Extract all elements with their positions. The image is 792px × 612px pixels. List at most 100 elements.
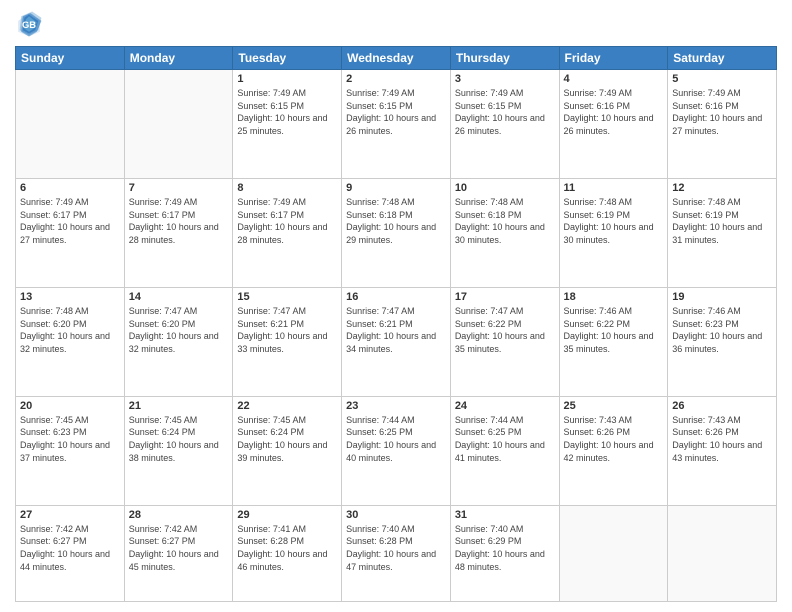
day-info: Sunrise: 7:47 AMSunset: 6:20 PMDaylight:…	[129, 305, 229, 355]
day-info: Sunrise: 7:43 AMSunset: 6:26 PMDaylight:…	[564, 414, 664, 464]
calendar-cell: 21Sunrise: 7:45 AMSunset: 6:24 PMDayligh…	[124, 396, 233, 505]
day-number: 7	[129, 182, 229, 194]
day-info: Sunrise: 7:40 AMSunset: 6:28 PMDaylight:…	[346, 523, 446, 573]
calendar-cell: 8 Sunrise: 7:49 AMSunset: 6:17 PMDaylight…	[233, 178, 342, 287]
weekday-header-wednesday: Wednesday	[342, 47, 451, 70]
day-info: Sunrise: 7:44 AMSunset: 6:25 PMDaylight:…	[455, 414, 555, 464]
day-info: Sunrise: 7:49 AMSunset: 6:17 PMDaylight:…	[20, 196, 120, 246]
calendar-cell: 7Sunrise: 7:49 AMSunset: 6:17 PMDaylight…	[124, 178, 233, 287]
day-info: Sunrise: 7:45 AMSunset: 6:23 PMDaylight:…	[20, 414, 120, 464]
logo: GB	[15, 10, 47, 38]
calendar-cell: 5 Sunrise: 7:49 AMSunset: 6:16 PMDaylight…	[668, 70, 777, 179]
weekday-header-thursday: Thursday	[450, 47, 559, 70]
calendar-week-4: 20 Sunrise: 7:45 AMSunset: 6:23 PMDayligh…	[16, 396, 777, 505]
calendar-cell: 27 Sunrise: 7:42 AMSunset: 6:27 PMDayligh…	[16, 505, 125, 601]
calendar-cell: 26 Sunrise: 7:43 AMSunset: 6:26 PMDayligh…	[668, 396, 777, 505]
day-number: 27	[20, 509, 120, 521]
calendar-cell: 6 Sunrise: 7:49 AMSunset: 6:17 PMDaylight…	[16, 178, 125, 287]
calendar-cell	[559, 505, 668, 601]
day-info: Sunrise: 7:46 AMSunset: 6:23 PMDaylight:…	[672, 305, 772, 355]
weekday-header-tuesday: Tuesday	[233, 47, 342, 70]
day-number: 31	[455, 509, 555, 521]
day-info: Sunrise: 7:48 AMSunset: 6:20 PMDaylight:…	[20, 305, 120, 355]
calendar-cell	[124, 70, 233, 179]
day-info: Sunrise: 7:47 AMSunset: 6:21 PMDaylight:…	[237, 305, 337, 355]
calendar-cell: 31 Sunrise: 7:40 AMSunset: 6:29 PMDayligh…	[450, 505, 559, 601]
day-info: Sunrise: 7:48 AMSunset: 6:19 PMDaylight:…	[672, 196, 772, 246]
day-info: Sunrise: 7:49 AMSunset: 6:16 PMDaylight:…	[564, 87, 664, 137]
day-info: Sunrise: 7:45 AMSunset: 6:24 PMDaylight:…	[237, 414, 337, 464]
day-number: 30	[346, 509, 446, 521]
calendar-cell: 2 Sunrise: 7:49 AMSunset: 6:15 PMDaylight…	[342, 70, 451, 179]
calendar-cell: 16 Sunrise: 7:47 AMSunset: 6:21 PMDayligh…	[342, 287, 451, 396]
day-number: 18	[564, 291, 664, 303]
weekday-header-friday: Friday	[559, 47, 668, 70]
day-info: Sunrise: 7:42 AMSunset: 6:27 PMDaylight:…	[20, 523, 120, 573]
day-info: Sunrise: 7:49 AMSunset: 6:17 PMDaylight:…	[237, 196, 337, 246]
calendar-cell: 4 Sunrise: 7:49 AMSunset: 6:16 PMDaylight…	[559, 70, 668, 179]
calendar-cell: 23Sunrise: 7:44 AMSunset: 6:25 PMDayligh…	[342, 396, 451, 505]
calendar-cell	[16, 70, 125, 179]
calendar-cell: 11 Sunrise: 7:48 AMSunset: 6:19 PMDayligh…	[559, 178, 668, 287]
day-number: 26	[672, 400, 772, 412]
day-number: 28	[129, 509, 229, 521]
calendar-week-2: 6 Sunrise: 7:49 AMSunset: 6:17 PMDaylight…	[16, 178, 777, 287]
day-number: 29	[237, 509, 337, 521]
day-info: Sunrise: 7:44 AMSunset: 6:25 PMDaylight:…	[346, 414, 446, 464]
calendar-cell: 19 Sunrise: 7:46 AMSunset: 6:23 PMDayligh…	[668, 287, 777, 396]
calendar-cell: 28 Sunrise: 7:42 AMSunset: 6:27 PMDayligh…	[124, 505, 233, 601]
day-info: Sunrise: 7:47 AMSunset: 6:21 PMDaylight:…	[346, 305, 446, 355]
day-info: Sunrise: 7:49 AMSunset: 6:15 PMDaylight:…	[455, 87, 555, 137]
calendar-cell: 10 Sunrise: 7:48 AMSunset: 6:18 PMDayligh…	[450, 178, 559, 287]
day-number: 14	[129, 291, 229, 303]
day-number: 5	[672, 73, 772, 85]
calendar-cell: 17Sunrise: 7:47 AMSunset: 6:22 PMDayligh…	[450, 287, 559, 396]
day-number: 19	[672, 291, 772, 303]
calendar-cell: 12 Sunrise: 7:48 AMSunset: 6:19 PMDayligh…	[668, 178, 777, 287]
day-number: 10	[455, 182, 555, 194]
calendar-table: SundayMondayTuesdayWednesdayThursdayFrid…	[15, 46, 777, 602]
calendar-cell: 30 Sunrise: 7:40 AMSunset: 6:28 PMDayligh…	[342, 505, 451, 601]
calendar-cell: 24 Sunrise: 7:44 AMSunset: 6:25 PMDayligh…	[450, 396, 559, 505]
weekday-header-saturday: Saturday	[668, 47, 777, 70]
day-number: 16	[346, 291, 446, 303]
day-info: Sunrise: 7:48 AMSunset: 6:18 PMDaylight:…	[455, 196, 555, 246]
day-info: Sunrise: 7:49 AMSunset: 6:16 PMDaylight:…	[672, 87, 772, 137]
day-info: Sunrise: 7:48 AMSunset: 6:19 PMDaylight:…	[564, 196, 664, 246]
calendar-cell: 13Sunrise: 7:48 AMSunset: 6:20 PMDayligh…	[16, 287, 125, 396]
calendar-cell: 25 Sunrise: 7:43 AMSunset: 6:26 PMDayligh…	[559, 396, 668, 505]
day-info: Sunrise: 7:43 AMSunset: 6:26 PMDaylight:…	[672, 414, 772, 464]
day-number: 25	[564, 400, 664, 412]
calendar-week-3: 13Sunrise: 7:48 AMSunset: 6:20 PMDayligh…	[16, 287, 777, 396]
weekday-header-sunday: Sunday	[16, 47, 125, 70]
calendar-cell: 29 Sunrise: 7:41 AMSunset: 6:28 PMDayligh…	[233, 505, 342, 601]
day-info: Sunrise: 7:46 AMSunset: 6:22 PMDaylight:…	[564, 305, 664, 355]
day-info: Sunrise: 7:40 AMSunset: 6:29 PMDaylight:…	[455, 523, 555, 573]
day-number: 6	[20, 182, 120, 194]
day-number: 11	[564, 182, 664, 194]
svg-text:GB: GB	[22, 20, 36, 30]
day-number: 1	[237, 73, 337, 85]
day-number: 9	[346, 182, 446, 194]
day-info: Sunrise: 7:41 AMSunset: 6:28 PMDaylight:…	[237, 523, 337, 573]
calendar-cell: 14 Sunrise: 7:47 AMSunset: 6:20 PMDayligh…	[124, 287, 233, 396]
day-number: 8	[237, 182, 337, 194]
calendar-week-5: 27 Sunrise: 7:42 AMSunset: 6:27 PMDayligh…	[16, 505, 777, 601]
calendar-cell: 3Sunrise: 7:49 AMSunset: 6:15 PMDaylight…	[450, 70, 559, 179]
weekday-header-row: SundayMondayTuesdayWednesdayThursdayFrid…	[16, 47, 777, 70]
day-number: 4	[564, 73, 664, 85]
day-info: Sunrise: 7:45 AMSunset: 6:24 PMDaylight:…	[129, 414, 229, 464]
day-number: 20	[20, 400, 120, 412]
header: GB	[15, 10, 777, 38]
day-info: Sunrise: 7:49 AMSunset: 6:15 PMDaylight:…	[346, 87, 446, 137]
day-number: 24	[455, 400, 555, 412]
day-info: Sunrise: 7:47 AMSunset: 6:22 PMDaylight:…	[455, 305, 555, 355]
day-number: 2	[346, 73, 446, 85]
calendar-cell: 15 Sunrise: 7:47 AMSunset: 6:21 PMDayligh…	[233, 287, 342, 396]
day-number: 15	[237, 291, 337, 303]
calendar-week-1: 1 Sunrise: 7:49 AMSunset: 6:15 PMDaylight…	[16, 70, 777, 179]
day-number: 12	[672, 182, 772, 194]
day-info: Sunrise: 7:42 AMSunset: 6:27 PMDaylight:…	[129, 523, 229, 573]
logo-icon: GB	[15, 10, 43, 38]
page: GB SundayMondayTuesdayWednesdayThursdayF…	[0, 0, 792, 612]
